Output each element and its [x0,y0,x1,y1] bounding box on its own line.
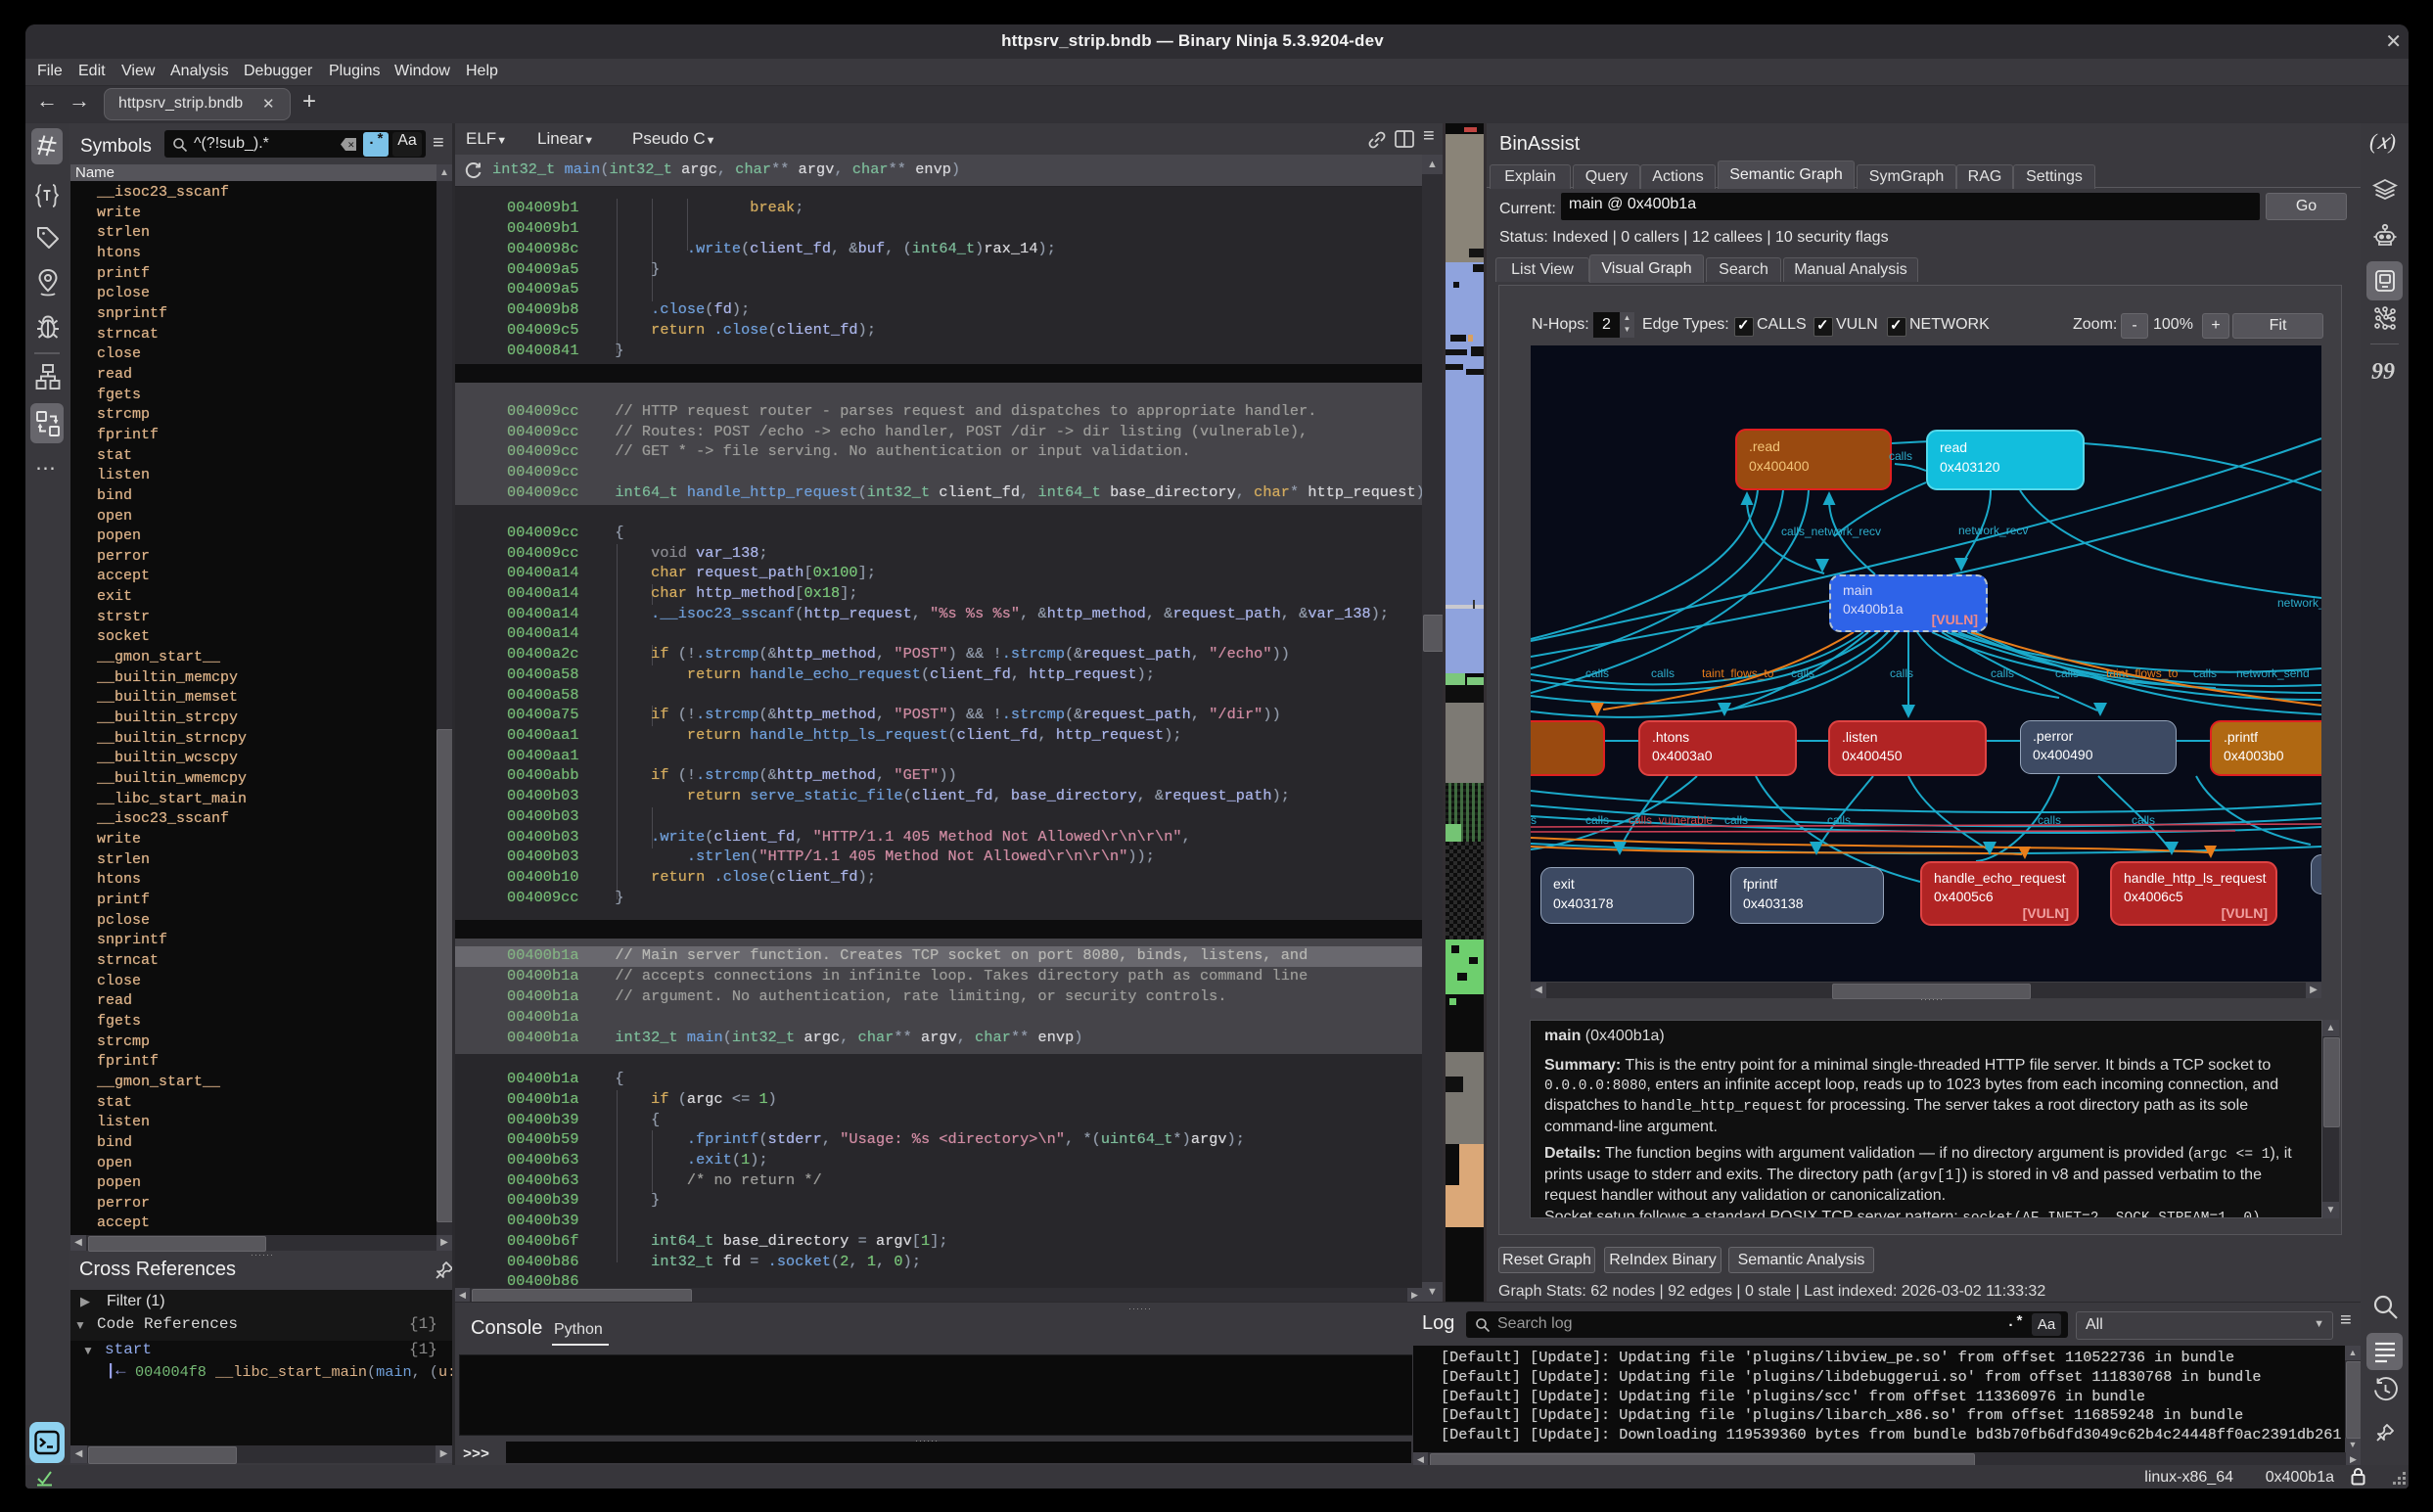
svg-text:✕: ✕ [347,140,355,150]
